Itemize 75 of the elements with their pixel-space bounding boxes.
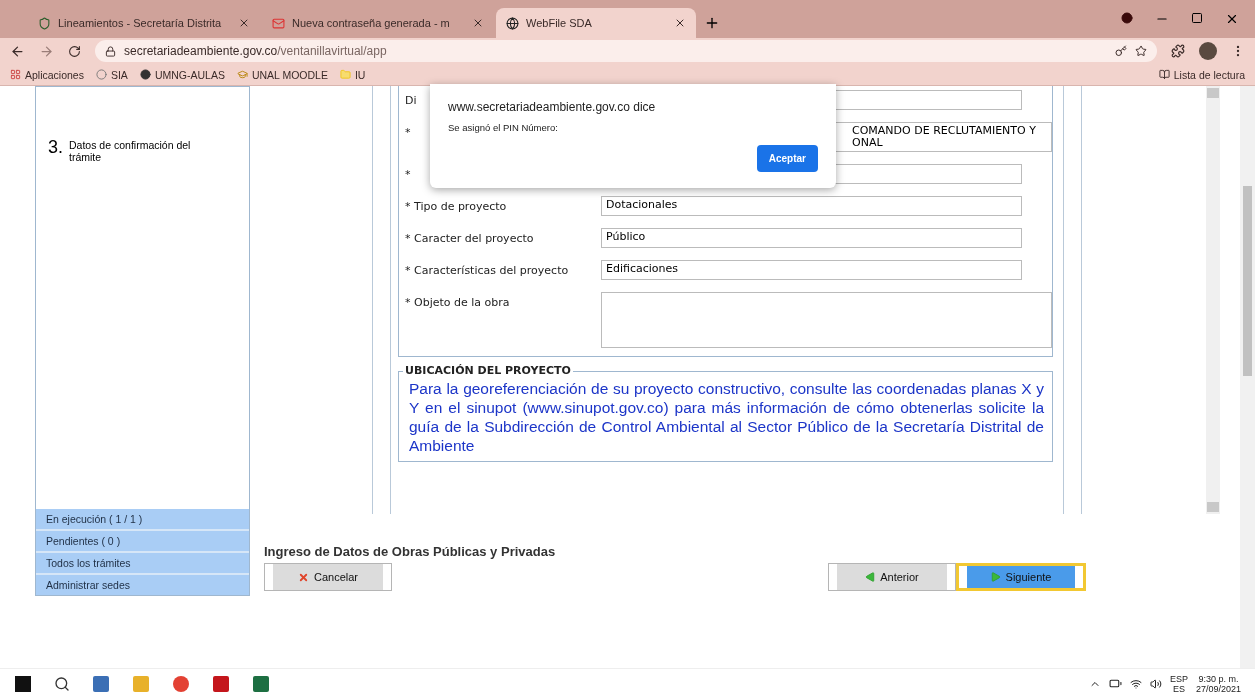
app-icon[interactable] — [92, 674, 110, 693]
field-label: Di — [405, 93, 417, 107]
close-icon[interactable] — [1225, 12, 1239, 26]
reading-list-link[interactable]: Lista de lectura — [1158, 68, 1245, 81]
cross-icon — [298, 571, 309, 583]
cap-icon — [236, 69, 248, 80]
input-field[interactable]: Dotacionales — [601, 196, 1022, 216]
reload-icon[interactable] — [68, 44, 81, 58]
tab-title: WebFile SDA — [526, 17, 593, 29]
nav-item[interactable]: Pendientes ( 0 ) — [36, 531, 249, 551]
avatar-icon[interactable] — [1199, 42, 1217, 60]
restore-icon[interactable] — [1191, 12, 1203, 24]
cancel-button[interactable]: Cancelar — [264, 563, 392, 591]
clock-time[interactable]: 9:30 p. m. — [1198, 673, 1239, 684]
field-label: * Objeto de la obra — [405, 295, 510, 309]
scrollbar[interactable] — [1206, 86, 1220, 514]
language-text[interactable]: ESP — [1169, 673, 1188, 684]
language-code[interactable]: ES — [1172, 683, 1185, 694]
nav-item[interactable]: Todos los trámites — [36, 553, 249, 573]
right-triangle-icon — [990, 572, 1001, 582]
search-icon[interactable] — [54, 675, 70, 692]
speaker-icon[interactable] — [1149, 677, 1162, 690]
circle-icon — [139, 69, 151, 80]
dialog-title: www.secretariadeambiente.gov.co dice — [448, 100, 657, 114]
field-label: * Caracter del proyecto — [405, 231, 534, 245]
close-icon[interactable] — [472, 17, 484, 29]
input-field[interactable]: Público — [601, 228, 1022, 248]
key-icon[interactable] — [1115, 45, 1127, 57]
bookmark-link[interactable]: UMNG-AULAS — [139, 68, 225, 81]
field-label: * Tipo de proyecto — [405, 199, 507, 213]
wifi-icon[interactable] — [1129, 677, 1142, 690]
page-title: Ingreso de Datos de Obras Públicas y Privadas — [264, 544, 557, 559]
new-tab-icon[interactable] — [704, 15, 720, 31]
page-scrollbar[interactable] — [1240, 86, 1255, 668]
next-button[interactable]: Siguiente — [956, 563, 1086, 591]
left-triangle-icon — [865, 572, 876, 582]
url-text: secretariadeambiente.gov.co/ventanillavirtual/app — [124, 44, 387, 58]
extensions-icon[interactable] — [1171, 44, 1185, 58]
location-text: Para la georeferenciación de su proyecto constructivo, consulte las coordenadas planas X y Y en el sinupot (www.sinupot.gov.co) para más información de cómo obtenerlas solicite la guía de la Subdirección de Control Ambiental al Sector Público de la Secretaría Distrital de Ambiente — [409, 379, 1044, 455]
close-icon[interactable] — [674, 17, 686, 29]
close-icon[interactable] — [238, 17, 250, 29]
bookmark-link[interactable]: UNAL MOODLE — [236, 68, 328, 81]
dialog-message: Se asignó el PIN Número: — [448, 122, 559, 133]
bookmark-link[interactable]: SIA — [95, 68, 128, 81]
accept-button[interactable]: Aceptar — [756, 145, 818, 172]
grid-icon — [10, 69, 21, 80]
input-field[interactable] — [601, 292, 1052, 348]
tab-title: Nueva contraseña generada - m — [292, 17, 451, 29]
globe-icon — [506, 16, 519, 30]
previous-button[interactable]: Anterior — [828, 563, 956, 591]
nav-item[interactable]: En ejecución ( 1 / 1 ) — [36, 509, 249, 529]
field-label: * — [405, 125, 411, 139]
battery-icon[interactable] — [1108, 677, 1122, 690]
browser-tab[interactable]: Lineamientos - Secretaría Distrita — [28, 8, 260, 38]
step-number: 3. — [48, 137, 63, 159]
nav-item[interactable]: Administrar sedes — [36, 575, 249, 595]
browser-tab[interactable]: WebFile SDA — [496, 8, 696, 38]
address-bar[interactable]: secretariadeambiente.gov.co/ventanillavirtual/app — [95, 40, 1157, 62]
back-icon[interactable] — [10, 43, 25, 59]
step-label: Datos de confirmación del trámite — [69, 139, 192, 163]
browser-tab[interactable]: Nueva contraseña generada - m — [262, 8, 494, 38]
forward-icon[interactable] — [39, 43, 54, 59]
field-label: * — [405, 167, 411, 181]
profile-dot-icon[interactable] — [1121, 12, 1133, 24]
lock-icon — [105, 45, 116, 57]
mail-icon — [272, 16, 285, 30]
section-legend: UBICACIÓN DEL PROYECTO — [403, 364, 573, 377]
input-field[interactable]: Edificaciones — [601, 260, 1022, 280]
bookmark-link[interactable]: Aplicaciones — [10, 68, 84, 81]
bookmark-link[interactable]: IU — [339, 68, 366, 81]
tab-title: Lineamientos - Secretaría Distrita — [58, 17, 223, 29]
field-label: * Características del proyecto — [405, 263, 569, 277]
shield-icon — [38, 16, 51, 30]
clock-date[interactable]: 27/09/2021 — [1195, 683, 1241, 694]
star-icon[interactable] — [1135, 45, 1147, 57]
